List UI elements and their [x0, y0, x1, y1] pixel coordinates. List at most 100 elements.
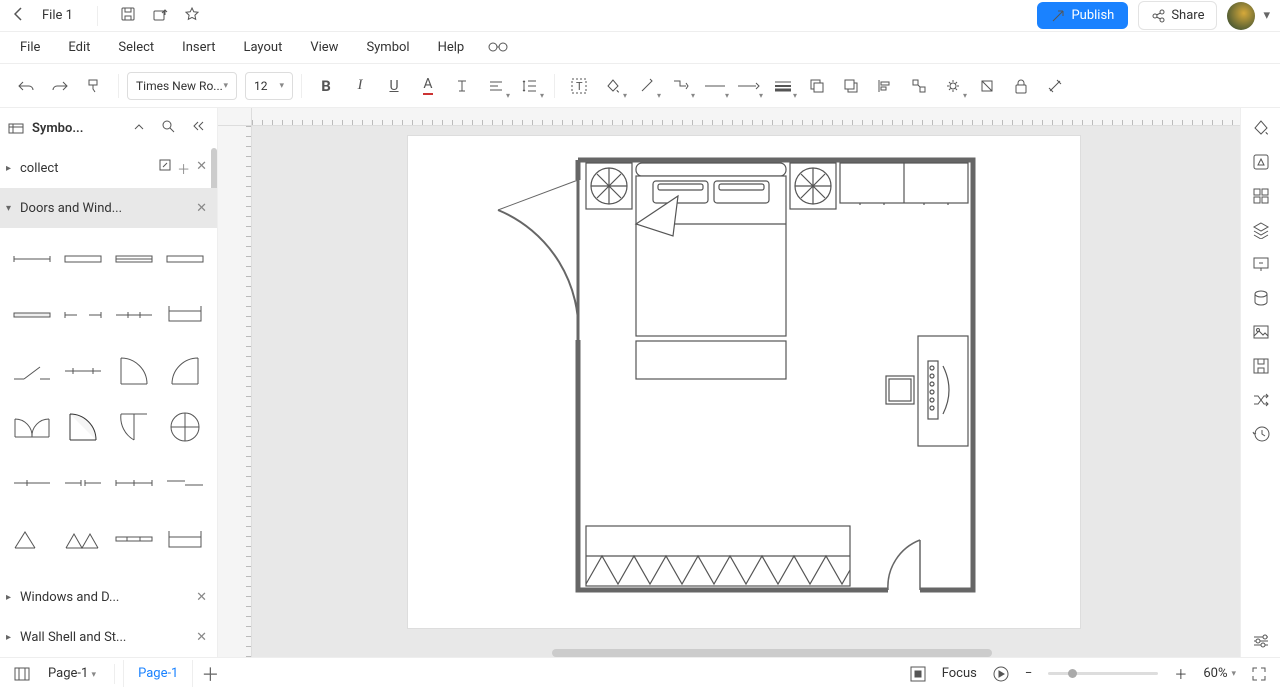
fill-button[interactable]	[597, 70, 629, 102]
share-button[interactable]: Share	[1138, 1, 1217, 30]
page-layout-icon[interactable]	[6, 663, 38, 685]
text-highlight-button[interactable]	[446, 70, 478, 102]
export-icon[interactable]	[144, 2, 176, 30]
presentation-icon[interactable]	[1245, 248, 1277, 280]
format-painter-button[interactable]	[78, 70, 110, 102]
symbol-wall-4[interactable]	[164, 238, 207, 280]
zoom-in-button[interactable]: ＋	[1166, 660, 1195, 687]
menu-edit[interactable]: Edit	[54, 34, 104, 61]
menu-select[interactable]: Select	[104, 34, 168, 61]
zoom-level[interactable]: 60% ▾	[1195, 662, 1244, 685]
symbol-sliding-3[interactable]	[113, 462, 156, 504]
zoom-slider[interactable]	[1048, 672, 1158, 675]
horizontal-ruler[interactable]	[252, 108, 1240, 126]
line-weight-button[interactable]	[767, 70, 799, 102]
symbol-door-arc-1[interactable]	[113, 350, 156, 392]
connector-button[interactable]	[665, 70, 697, 102]
settings-toggle-icon[interactable]	[1245, 625, 1277, 657]
align-objects-button[interactable]	[869, 70, 901, 102]
focus-icon[interactable]	[902, 662, 934, 686]
section-doors-windows[interactable]: ▾ Doors and Wind... ✕	[0, 188, 217, 228]
bold-button[interactable]: B	[310, 70, 342, 102]
bring-front-button[interactable]	[835, 70, 867, 102]
symbol-bifold-2[interactable]	[61, 518, 104, 560]
symbol-door-2[interactable]	[61, 350, 104, 392]
shape-icon[interactable]	[1245, 146, 1277, 178]
focus-label[interactable]: Focus	[934, 662, 985, 685]
file-name[interactable]: File 1	[32, 8, 83, 23]
menu-insert[interactable]: Insert	[168, 34, 229, 61]
symbol-bifold-1[interactable]	[10, 518, 53, 560]
close-icon[interactable]: ✕	[196, 159, 207, 178]
crop-button[interactable]	[971, 70, 1003, 102]
undo-button[interactable]	[10, 70, 42, 102]
close-icon[interactable]: ✕	[196, 590, 207, 605]
menu-help[interactable]: Help	[424, 34, 479, 61]
menu-layout[interactable]: Layout	[229, 34, 296, 61]
symbol-window-2[interactable]	[164, 518, 207, 560]
account-menu-caret[interactable]: ▾	[1259, 4, 1274, 27]
symbol-door-arc-4[interactable]	[113, 406, 156, 448]
underline-button[interactable]: U	[378, 70, 410, 102]
line-spacing-button[interactable]	[514, 70, 546, 102]
menu-view[interactable]: View	[296, 34, 352, 61]
redo-button[interactable]	[44, 70, 76, 102]
vertical-ruler[interactable]	[218, 126, 252, 657]
search-icon[interactable]	[157, 115, 179, 141]
menu-symbol[interactable]: Symbol	[352, 34, 423, 61]
section-collect[interactable]: ▸ collect ＋ ✕	[0, 148, 217, 188]
italic-button[interactable]: I	[344, 70, 376, 102]
review-icon[interactable]	[478, 33, 518, 63]
line-style-button[interactable]	[699, 70, 731, 102]
save-icon[interactable]	[112, 2, 144, 30]
distribute-button[interactable]	[903, 70, 935, 102]
page-selector[interactable]: Page-1 ▾	[38, 662, 106, 685]
page-tab-1[interactable]: Page-1	[123, 660, 193, 687]
line-color-button[interactable]	[631, 70, 663, 102]
symbol-door-arc-2[interactable]	[164, 350, 207, 392]
add-page-button[interactable]: ＋	[193, 657, 227, 691]
align-button[interactable]	[480, 70, 512, 102]
edit-icon[interactable]	[159, 159, 171, 178]
font-selector[interactable]: Times New Ro...▾	[127, 72, 237, 100]
horizontal-scrollbar[interactable]	[552, 649, 992, 657]
symbol-opening-2[interactable]	[61, 294, 104, 336]
font-color-button[interactable]: A	[412, 70, 444, 102]
layers-icon[interactable]	[1245, 214, 1277, 246]
font-size-selector[interactable]: 12▾	[245, 72, 293, 100]
shuffle-icon[interactable]	[1245, 384, 1277, 416]
send-back-button[interactable]	[801, 70, 833, 102]
fullscreen-button[interactable]	[1244, 663, 1274, 685]
lock-button[interactable]	[1005, 70, 1037, 102]
fill-paint-icon[interactable]	[1245, 112, 1277, 144]
close-icon[interactable]: ✕	[196, 630, 207, 645]
floorplan-drawing[interactable]	[408, 136, 1080, 628]
symbol-track-1[interactable]	[113, 518, 156, 560]
close-icon[interactable]: ✕	[196, 201, 207, 216]
image-icon[interactable]	[1245, 316, 1277, 348]
symbol-wall-2[interactable]	[61, 238, 104, 280]
data-icon[interactable]	[1245, 282, 1277, 314]
add-icon[interactable]: ＋	[177, 159, 190, 178]
section-windows-doors[interactable]: ▸ Windows and D... ✕	[0, 577, 217, 617]
symbol-window-1[interactable]	[164, 294, 207, 336]
zoom-out-button[interactable]: −	[1017, 662, 1040, 685]
symbol-wall-1[interactable]	[10, 238, 53, 280]
star-icon[interactable]	[176, 2, 208, 30]
symbol-wall-3[interactable]	[113, 238, 156, 280]
collapse-up-icon[interactable]	[129, 117, 149, 140]
save-panel-icon[interactable]	[1245, 350, 1277, 382]
text-tool-button[interactable]: T	[563, 70, 595, 102]
symbol-revolving-door[interactable]	[164, 406, 207, 448]
page-canvas[interactable]	[408, 136, 1080, 628]
back-button[interactable]	[6, 3, 32, 29]
symbol-door-arc-3[interactable]	[61, 406, 104, 448]
stage[interactable]	[252, 126, 1240, 657]
grid-icon[interactable]	[1245, 180, 1277, 212]
section-wall-shell[interactable]: ▸ Wall Shell and St... ✕	[0, 617, 217, 657]
arrow-style-button[interactable]	[733, 70, 765, 102]
menu-file[interactable]: File	[6, 34, 54, 61]
symbol-double-door-1[interactable]	[10, 406, 53, 448]
symbol-door-1[interactable]	[10, 350, 53, 392]
symbol-sliding-4[interactable]	[164, 462, 207, 504]
